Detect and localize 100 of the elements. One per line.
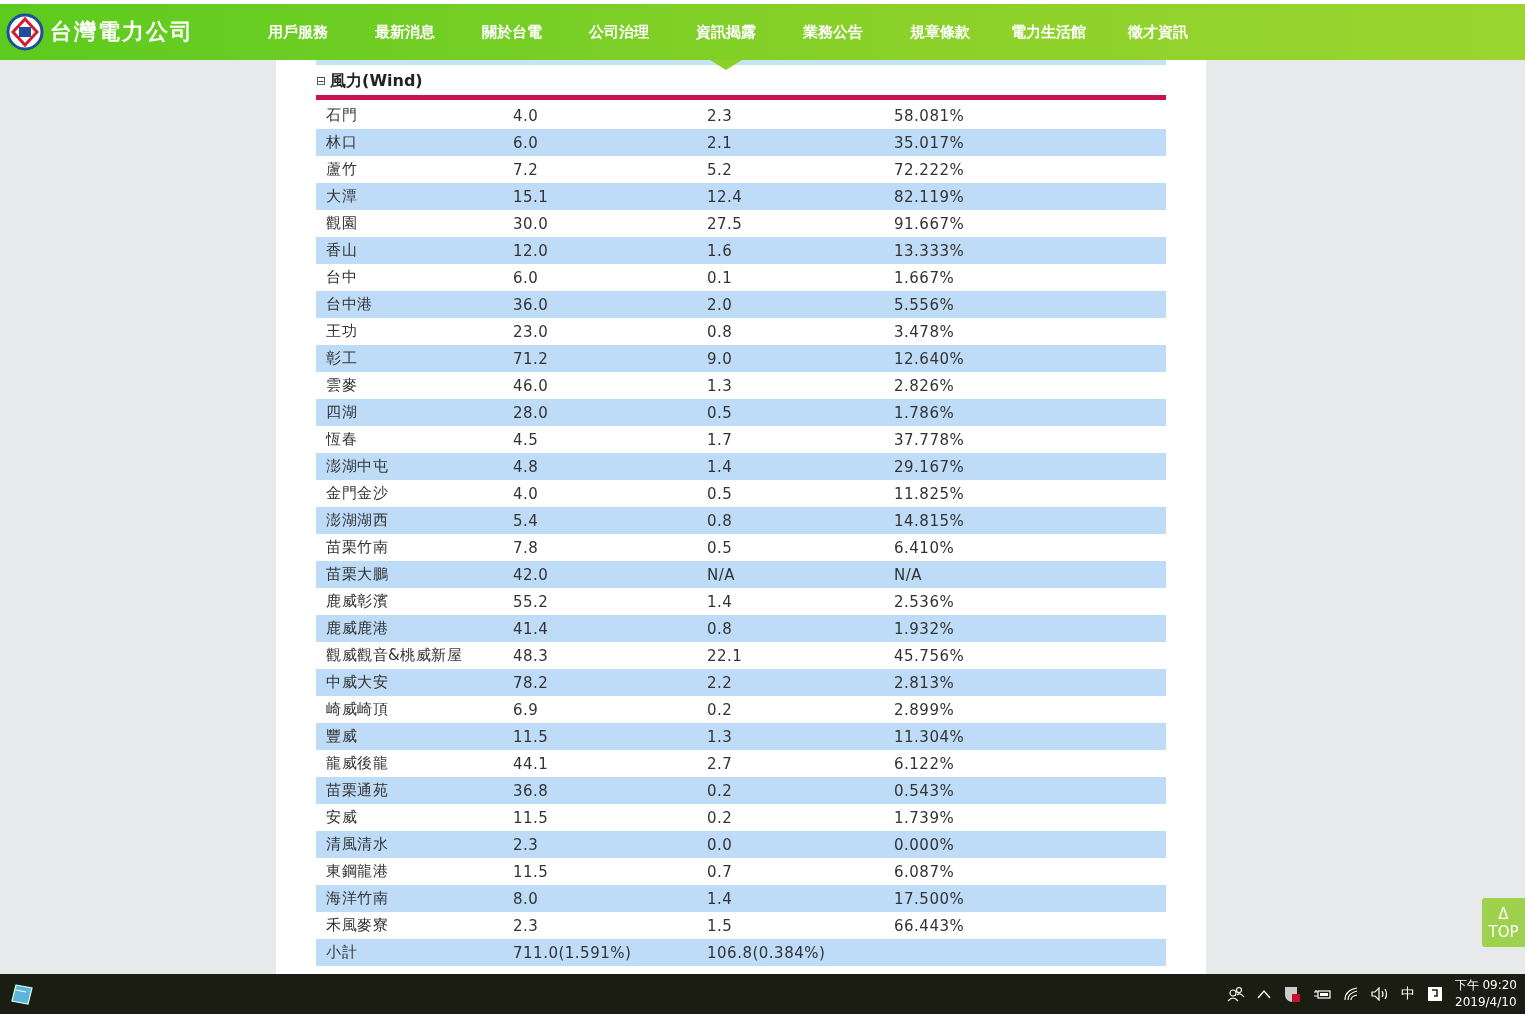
table-cell-text: 台中 (326, 268, 358, 287)
table-cell-text: 東鋼龍港 (326, 862, 389, 881)
table-cell-text: 17.500% (894, 889, 966, 908)
clock-date[interactable]: 2019/4/10 (1455, 994, 1517, 1011)
table-cell-text: 11.304% (894, 727, 966, 746)
logo-text[interactable]: 台灣電力公司 (50, 17, 194, 47)
speaker-icon[interactable] (1370, 987, 1389, 1001)
table-cell-text: 安威 (326, 808, 358, 827)
table-cell-text: 5.4 (513, 511, 540, 530)
nav-link[interactable]: 電力生活館 (993, 4, 1104, 60)
nav-link[interactable]: 徵才資訊 (1104, 4, 1211, 60)
table-cell-text: 78.2 (513, 673, 550, 692)
nav-link[interactable]: 資訊揭露 (672, 4, 779, 60)
table-cell-text: 30.0 (513, 214, 550, 233)
collapse-toggle[interactable]: ⊟ (316, 74, 327, 88)
table-cell-text: 82.119% (894, 187, 966, 206)
table-cell-text: 觀園 (326, 214, 358, 233)
notepad-icon[interactable] (10, 982, 34, 1006)
table-cell-text: 1.6 (707, 241, 734, 260)
table-cell-text: 44.1 (513, 754, 550, 773)
table-cell-text: 恆春 (326, 430, 358, 449)
table-cell-text: 711.0(1.591%) (513, 943, 633, 962)
table-cell-text: 2.826% (894, 376, 956, 395)
table-cell-text: 1.4 (707, 889, 734, 908)
table-cell-text: 9.0 (707, 349, 734, 368)
table-cell-text: 清風清水 (326, 835, 389, 854)
table-cell-text: 11.5 (513, 862, 550, 881)
table-cell-text: 8.0 (513, 889, 540, 908)
table-cell-text: 72.222% (894, 160, 966, 179)
nav-link[interactable]: 業務公告 (779, 4, 886, 60)
table-cell-text: 41.4 (513, 619, 550, 638)
table-cell-text: 46.0 (513, 376, 550, 395)
table-cell-text: 苗栗竹南 (326, 538, 389, 557)
table-cell-text: 12.0 (513, 241, 550, 260)
table-cell-text: 7.2 (513, 160, 540, 179)
table-cell-text: 王功 (326, 322, 358, 341)
table-cell-text: 海洋竹南 (326, 889, 389, 908)
table-cell-text: 2.3 (513, 916, 540, 935)
table-cell-text: 2.3 (513, 835, 540, 854)
table-cell-text: 66.443% (894, 916, 966, 935)
table-cell-text: 0.1 (707, 268, 734, 287)
shield-icon[interactable] (1282, 985, 1301, 1003)
nav-link[interactable]: 用戶服務 (244, 4, 351, 60)
table-cell-text: 5.2 (707, 160, 734, 179)
table-cell-text: 澎湖湖西 (326, 511, 389, 530)
table-cell-text: 林口 (326, 133, 358, 152)
table-cell-text: 0.0 (707, 835, 734, 854)
table-cell-text: 金門金沙 (326, 484, 389, 503)
table-cell-text: 禾風麥寮 (326, 916, 389, 935)
table-cell-text: 澎湖中屯 (326, 457, 389, 476)
chevron-up-icon[interactable] (1256, 989, 1271, 999)
table-cell-text: 觀威觀音&桃威新屋 (326, 646, 464, 665)
table-cell-text: 石門 (326, 106, 358, 125)
table-cell-text: 0.2 (707, 700, 734, 719)
nav-link[interactable]: 公司治理 (565, 4, 672, 60)
table-cell-text: 1.4 (707, 592, 734, 611)
table-cell-text: N/A (894, 565, 924, 584)
table-cell-text: 4.0 (513, 484, 540, 503)
table-cell-text: N/A (707, 565, 737, 584)
table-cell-text: 苗栗通苑 (326, 781, 389, 800)
clock-time[interactable]: 下午 09:20 (1454, 977, 1517, 994)
notification-icon[interactable] (1426, 986, 1443, 1002)
table-cell-text: 4.8 (513, 457, 540, 476)
table-cell-text: 42.0 (513, 565, 550, 584)
nav-link[interactable]: 關於台電 (458, 4, 565, 60)
table-cell-text: 大潭 (326, 187, 358, 206)
table-cell-text: 6.410% (894, 538, 956, 557)
table-cell-text: 0.5 (707, 538, 734, 557)
input-method-indicator[interactable]: 中 (1400, 985, 1415, 1003)
nav-link[interactable]: 最新消息 (351, 4, 458, 60)
table-cell-text: 106.8(0.384%) (707, 943, 827, 962)
table-cell-text: 23.0 (513, 322, 550, 341)
table-cell-text: 台中港 (326, 295, 374, 314)
nav-link[interactable]: 規章條款 (886, 4, 993, 60)
table-cell-text: 2.536% (894, 592, 956, 611)
table-cell-text: 55.2 (513, 592, 550, 611)
table-cell-text: 27.5 (707, 214, 744, 233)
table-cell-text: 6.0 (513, 133, 540, 152)
table-cell-text: 2.3 (707, 106, 734, 125)
table-cell-text: 香山 (326, 241, 358, 260)
table-cell-text: 48.3 (513, 646, 550, 665)
table-cell-text: 小計 (326, 943, 358, 962)
back-to-top-button[interactable]: Δ TOP (1482, 898, 1525, 947)
table-cell-text: 0.2 (707, 781, 734, 800)
logo-icon (6, 13, 44, 51)
table-cell-text: 6.122% (894, 754, 956, 773)
table-cell-text: 鹿威鹿港 (326, 619, 389, 638)
table-cell-text: 11.5 (513, 727, 550, 746)
table-cell-text: 15.1 (513, 187, 550, 206)
table-cell-text: 1.3 (707, 727, 734, 746)
section-title: 風力(Wind) (330, 70, 423, 92)
table-cell-text: 0.8 (707, 322, 734, 341)
table-cell-text: 7.8 (513, 538, 540, 557)
table-cell-text: 1.739% (894, 808, 956, 827)
table-cell-text: 6.0 (513, 268, 540, 287)
wifi-icon[interactable] (1342, 987, 1359, 1001)
table-cell-text: 0.000% (894, 835, 956, 854)
table-cell-text: 12.640% (894, 349, 966, 368)
battery-icon[interactable] (1312, 987, 1331, 1001)
people-icon[interactable] (1226, 986, 1245, 1002)
